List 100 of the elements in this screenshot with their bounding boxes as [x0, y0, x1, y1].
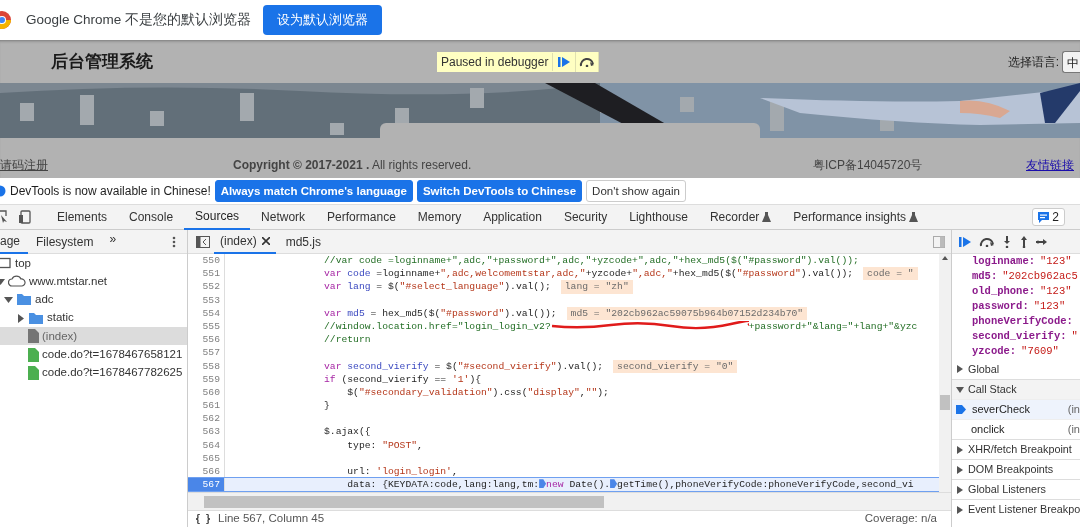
tree-item[interactable]: top — [0, 254, 187, 273]
panel-tab[interactable]: Memory — [406, 204, 473, 230]
infobar-message: DevTools is now available in Chinese! — [10, 183, 211, 200]
message-icon — [1038, 211, 1050, 223]
line-number: 556 — [188, 333, 225, 347]
line-number: 553 — [188, 293, 225, 307]
code-text: if (second_vierify == '1'){ — [324, 373, 481, 385]
close-icon[interactable] — [261, 236, 270, 245]
panel-tab[interactable]: Application — [472, 204, 553, 230]
collapsed-arrow-icon[interactable] — [956, 505, 964, 514]
collapsed-arrow-icon[interactable] — [956, 445, 964, 454]
breakpoint-marker-icon[interactable] — [610, 479, 618, 489]
collapsed-arrow-icon[interactable] — [956, 365, 964, 373]
toggle-navigator-icon[interactable] — [196, 235, 210, 248]
code-text: data: {KEYDATA:code,lang:lang,tm: — [346, 479, 540, 491]
line-number: 557 — [188, 346, 225, 360]
tree-item[interactable]: (index) — [0, 327, 187, 346]
site-title: 后台管理系统 — [51, 50, 154, 73]
line-number: 560 — [188, 385, 225, 400]
more-tabs-button[interactable]: » — [101, 230, 125, 254]
code-text: +password+"&lang="+lang+"&yzc — [748, 320, 918, 332]
step-into-icon[interactable] — [1002, 235, 1012, 248]
device-toolbar-icon[interactable] — [18, 210, 32, 224]
infobar-button[interactable]: Always match Chrome's language — [214, 180, 413, 202]
scope-variable: old_phone: "123" — [971, 284, 1073, 299]
issues-counter[interactable]: 2 — [1032, 208, 1065, 226]
folder-icon — [28, 311, 44, 325]
footer-text: Copyright © 2017-2021 . All rights reserved. — [233, 156, 473, 174]
step-over-icon[interactable] — [579, 56, 596, 67]
resume-icon[interactable] — [557, 55, 572, 68]
section-header[interactable]: XHR/fetch Breakpoint — [968, 441, 1072, 458]
code-text: var lang = $("#select_language").val(); — [324, 281, 551, 293]
set-default-button[interactable]: 设为默认浏览器 — [263, 5, 383, 35]
section-header[interactable]: DOM Breakpoints — [968, 461, 1054, 478]
infobar-button[interactable]: Switch DevTools to Chinese — [416, 180, 583, 202]
scrollbar-thumb[interactable] — [204, 496, 604, 508]
collapsed-arrow-icon[interactable] — [956, 465, 964, 474]
step-icon[interactable] — [1036, 236, 1048, 247]
cloud-icon — [8, 275, 26, 288]
scrollbar-thumb[interactable] — [940, 395, 950, 410]
file-icon — [28, 329, 39, 344]
tree-item[interactable]: code.do?t=1678467658121 — [0, 345, 187, 364]
section-header[interactable]: Global Listeners — [968, 481, 1047, 498]
toggle-debugger-icon[interactable] — [933, 235, 945, 248]
tree-item[interactable]: code.do?t=1678467782625 — [0, 363, 187, 383]
navigator-tab[interactable]: Filesystem — [28, 230, 102, 254]
line-number: 564 — [188, 438, 225, 452]
line-number: 555 — [188, 319, 225, 334]
infobar-button[interactable]: Don't show again — [586, 180, 686, 202]
collapsed-arrow-icon[interactable] — [16, 313, 25, 323]
collapsed-arrow-icon[interactable] — [956, 485, 964, 494]
expanded-arrow-icon[interactable] — [956, 385, 964, 394]
line-number: 563 — [188, 425, 225, 439]
tree-item[interactable]: static — [0, 308, 187, 328]
panel-tab[interactable]: Performance insights — [782, 204, 930, 230]
code-text: } — [324, 400, 330, 412]
more-options-icon[interactable] — [172, 235, 176, 248]
file-tab[interactable]: (index) — [214, 230, 276, 254]
tree-item[interactable]: www.mtstar.net — [0, 272, 187, 291]
panel-tab[interactable]: Elements — [46, 204, 119, 230]
scope-section-label[interactable]: Global — [968, 360, 1000, 378]
line-number: 559 — [188, 372, 225, 386]
call-frame[interactable]: severCheck (in — [952, 399, 1080, 419]
resume-icon[interactable] — [958, 235, 972, 248]
inspect-icon[interactable] — [0, 210, 8, 224]
panel-tab[interactable]: Network — [250, 204, 317, 230]
line-number[interactable]: 567 — [188, 478, 225, 492]
call-frame[interactable]: onclick (in — [952, 419, 1080, 439]
line-number: 550 — [188, 254, 225, 268]
navigator-tab[interactable]: age — [0, 230, 29, 254]
step-over-icon[interactable] — [979, 236, 995, 247]
code-text: //var code =loginname+",adc,"+password+",adc,"+yzcode+",adc,"+hex_md5($("#password").val()); — [324, 255, 859, 266]
footer-link[interactable]: 友情链接 — [1026, 155, 1080, 174]
panel-tab[interactable]: Lighthouse — [618, 204, 699, 230]
code-text: var md5 = hex_md5($("#password").val()); — [324, 307, 557, 319]
panel-tab[interactable]: Console — [118, 204, 185, 230]
section-header[interactable]: Event Listener Breakpo — [968, 501, 1080, 518]
panel-tab[interactable]: Performance — [316, 204, 407, 230]
code-text: $.ajax({ — [324, 426, 371, 438]
panel-tab[interactable]: Recorder — [698, 204, 783, 230]
step-out-icon[interactable] — [1019, 235, 1029, 248]
line-number: 565 — [188, 451, 225, 465]
line-number: 554 — [188, 306, 225, 320]
paused-label: Paused in debugger — [437, 52, 554, 71]
language-select[interactable]: 中 — [1062, 50, 1080, 73]
inline-value: lang = "zh" — [560, 280, 633, 294]
inline-value: second_vierify = "0" — [613, 359, 738, 373]
breakpoint-marker-icon[interactable] — [539, 479, 547, 489]
code-text: var code =loginname+",adc,welcomemtstar,adc,"+yzcode+",adc,"+hex_md5($("#password").val()); — [324, 268, 854, 280]
inline-value: code = " — [863, 267, 918, 281]
pretty-print-icon[interactable] — [196, 514, 210, 524]
line-number: 561 — [188, 399, 225, 413]
current-frame-icon — [956, 405, 966, 414]
footer-link[interactable]: 请码注册 — [0, 155, 233, 174]
file-tab[interactable]: md5.js — [279, 230, 328, 254]
cursor-position: Line 567, Column 45 — [218, 511, 325, 527]
tree-item[interactable]: adc — [0, 290, 187, 309]
default-browser-message: Google Chrome 不是您的默认浏览器 — [26, 10, 252, 29]
expanded-arrow-icon[interactable] — [4, 295, 13, 305]
panel-tab[interactable]: Security — [552, 204, 619, 230]
